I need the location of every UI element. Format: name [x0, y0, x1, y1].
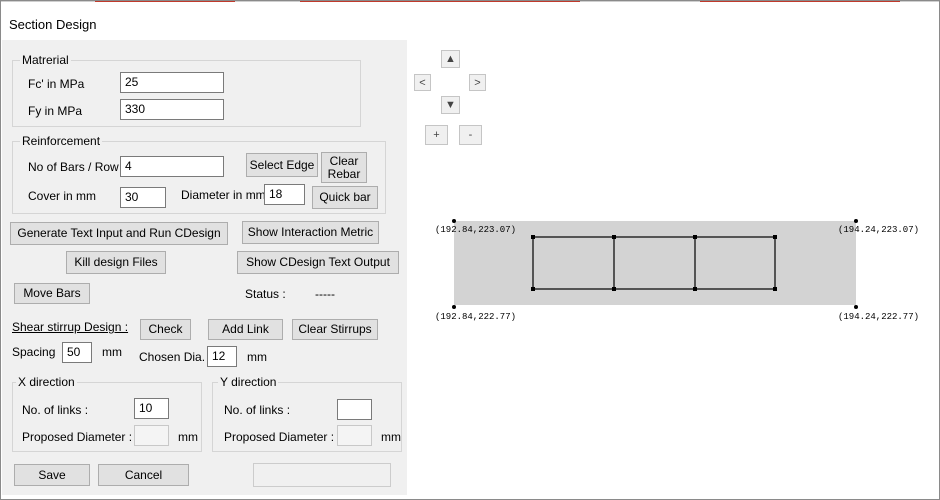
chosen-dia-unit: mm	[247, 350, 267, 364]
y-proposed-unit: mm	[381, 430, 401, 444]
cover-input[interactable]: 30	[120, 187, 166, 208]
add-link-button[interactable]: Add Link	[208, 319, 283, 340]
y-proposed-input	[337, 425, 372, 446]
diameter-input[interactable]: 18	[264, 184, 305, 205]
fc-label: Fc' in MPa	[28, 77, 85, 91]
x-proposed-input	[134, 425, 169, 446]
x-proposed-label: Proposed Diameter :	[22, 430, 133, 444]
pan-down-button[interactable]: ▼	[441, 96, 460, 114]
title-accent-bar	[0, 0, 940, 2]
pan-right-button[interactable]: >	[469, 74, 486, 91]
status-value: -----	[315, 287, 335, 301]
chosen-dia-label: Chosen Dia. :	[139, 350, 212, 364]
show-cdesign-output-button[interactable]: Show CDesign Text Output	[237, 251, 399, 274]
y-links-label: No. of links :	[224, 403, 291, 417]
kill-design-files-button[interactable]: Kill design Files	[66, 251, 166, 274]
bars-per-row-label: No of Bars / Row	[28, 160, 119, 174]
fy-label: Fy in MPa	[28, 104, 83, 118]
cancel-button[interactable]: Cancel	[98, 464, 189, 486]
pan-left-button[interactable]: <	[414, 74, 431, 91]
clear-rebar-label-2: Rebar	[327, 166, 361, 181]
save-button[interactable]: Save	[14, 464, 90, 486]
y-links-input[interactable]	[337, 399, 372, 420]
select-edge-button[interactable]: Select Edge	[246, 153, 318, 177]
coord-bottom-left: (192.84,222.77)	[435, 312, 517, 322]
clear-stirrups-button[interactable]: Clear Stirrups	[292, 319, 378, 340]
material-group-title: Matrerial	[20, 53, 71, 67]
spacing-unit: mm	[102, 345, 122, 359]
show-interaction-button[interactable]: Show Interaction Metric	[242, 221, 379, 244]
coord-top-left: (192.84,223.07)	[435, 225, 517, 235]
reinforcement-group-title: Reinforcement	[20, 134, 103, 148]
quick-bar-button[interactable]: Quick bar	[312, 186, 378, 209]
corner-point-bottom-right	[854, 305, 858, 309]
x-proposed-unit: mm	[178, 430, 198, 444]
pan-up-button[interactable]: ▲	[441, 50, 460, 68]
disabled-action-button	[253, 463, 391, 487]
fy-input[interactable]: 330	[120, 99, 224, 120]
x-direction-title: X direction	[16, 375, 77, 389]
diameter-label: Diameter in mm	[181, 188, 266, 202]
x-links-label: No. of links :	[22, 403, 89, 417]
move-bars-button[interactable]: Move Bars	[14, 283, 90, 304]
cover-label: Cover in mm	[28, 189, 97, 203]
coord-top-right: (194.24,223.07)	[838, 225, 920, 235]
corner-point-top-right	[854, 219, 858, 223]
corner-point-bottom-left	[452, 305, 456, 309]
fc-input[interactable]: 25	[120, 72, 224, 93]
shear-stirrup-title: Shear stirrup Design :	[12, 320, 129, 334]
y-proposed-label: Proposed Diameter :	[224, 430, 335, 444]
window-title: Section Design	[9, 17, 97, 32]
clear-rebar-button[interactable]: Clear Rebar	[321, 152, 367, 183]
y-direction-title: Y direction	[218, 375, 279, 389]
spacing-input[interactable]: 50	[62, 342, 92, 363]
spacing-label: Spacing	[12, 345, 56, 359]
corner-point-top-left	[452, 219, 456, 223]
zoom-in-button[interactable]: +	[425, 125, 448, 145]
section-canvas[interactable]	[410, 150, 940, 330]
clear-rebar-label-1: Clear	[329, 153, 359, 168]
check-button[interactable]: Check	[140, 319, 191, 340]
x-links-input[interactable]: 10	[134, 398, 169, 419]
bars-per-row-input[interactable]: 4	[120, 156, 224, 177]
chosen-dia-input[interactable]: 12	[207, 346, 237, 367]
generate-run-button[interactable]: Generate Text Input and Run CDesign	[10, 222, 228, 245]
zoom-out-button[interactable]: -	[459, 125, 482, 145]
coord-bottom-right: (194.24,222.77)	[838, 312, 920, 322]
status-label: Status :	[245, 287, 286, 301]
